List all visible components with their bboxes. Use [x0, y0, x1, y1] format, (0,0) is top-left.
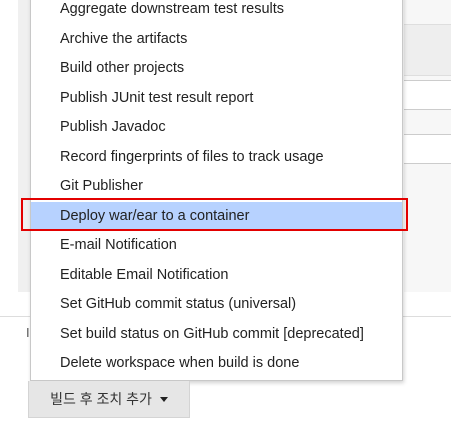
menu-item-set-github-commit-status[interactable]: Set GitHub commit status (universal) [31, 290, 402, 319]
menu-item-delete-workspace[interactable]: Delete workspace when build is done [31, 349, 402, 378]
menu-item-email-notification[interactable]: E-mail Notification [31, 231, 402, 260]
menu-item-record-fingerprints[interactable]: Record fingerprints of files to track us… [31, 143, 402, 172]
menu-item-build-other-projects[interactable]: Build other projects [31, 54, 402, 83]
background-input-field[interactable] [404, 134, 451, 164]
menu-item-editable-email-notification[interactable]: Editable Email Notification [31, 261, 402, 290]
menu-item-git-publisher[interactable]: Git Publisher [31, 172, 402, 201]
caret-down-icon [159, 397, 168, 402]
menu-item-publish-javadoc[interactable]: Publish Javadoc [31, 113, 402, 142]
post-build-action-menu: Aggregate downstream test results Archiv… [30, 0, 403, 381]
menu-item-set-build-status-github-deprecated[interactable]: Set build status on GitHub commit [depre… [31, 320, 402, 349]
add-post-build-action-button[interactable]: 빌드 후 조치 추가 [28, 381, 190, 418]
menu-item-deploy-war-ear-to-container[interactable]: Deploy war/ear to a container [31, 201, 402, 231]
background-section-header [404, 24, 451, 76]
background-input-field[interactable] [404, 80, 451, 110]
add-post-build-action-label: 빌드 후 조치 추가 [50, 391, 152, 407]
menu-item-archive-the-artifacts[interactable]: Archive the artifacts [31, 25, 402, 54]
menu-item-aggregate-downstream-test-results[interactable]: Aggregate downstream test results [31, 0, 402, 24]
menu-item-publish-junit-test-result-report[interactable]: Publish JUnit test result report [31, 84, 402, 113]
